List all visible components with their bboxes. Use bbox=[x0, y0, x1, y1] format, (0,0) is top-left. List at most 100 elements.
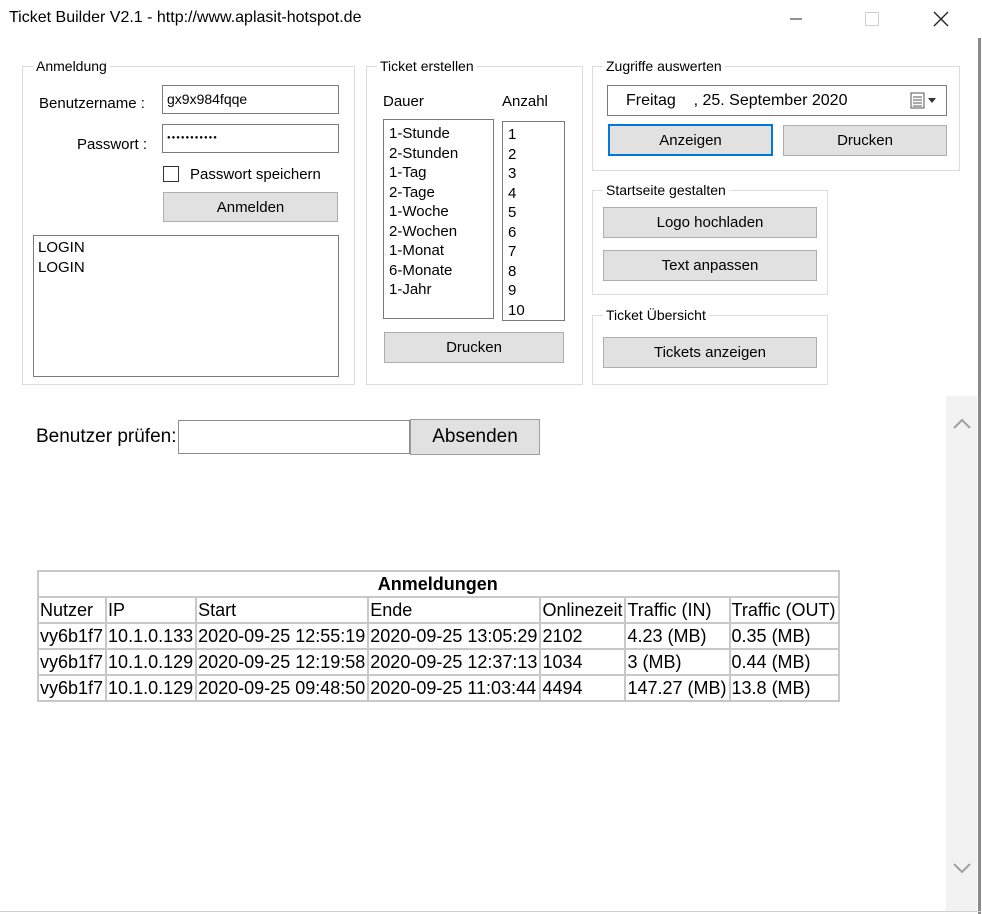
table-cell: 10.1.0.133 bbox=[106, 623, 197, 649]
table-cell: 2020-09-25 13:05:29 bbox=[368, 623, 541, 649]
table-caption: Anmeldungen bbox=[38, 571, 839, 597]
date-picker[interactable]: Freitag , 25. September 2020 bbox=[607, 85, 947, 116]
count-item[interactable]: 4 bbox=[503, 184, 564, 204]
count-label: Anzahl bbox=[502, 93, 548, 110]
count-item[interactable]: 5 bbox=[503, 203, 564, 223]
table-cell: 2020-09-25 12:19:58 bbox=[196, 649, 369, 675]
startpage-legend: Startseite gestalten bbox=[606, 182, 726, 198]
duration-item[interactable]: 1-Jahr bbox=[384, 280, 493, 300]
column-header: Nutzer bbox=[38, 597, 107, 623]
minimize-button[interactable] bbox=[773, 0, 819, 38]
overview-legend: Ticket Übersicht bbox=[606, 307, 706, 323]
table-header-row: Nutzer IP Start Ende Onlinezeit Traffic … bbox=[38, 597, 839, 623]
username-field[interactable]: gx9x984fqqe bbox=[162, 85, 339, 114]
duration-item[interactable]: 1-Woche bbox=[384, 202, 493, 222]
column-header: Onlinezeit bbox=[540, 597, 626, 623]
count-item[interactable]: 9 bbox=[503, 281, 564, 301]
duration-item[interactable]: 1-Monat bbox=[384, 241, 493, 261]
table-cell: 3 (MB) bbox=[625, 649, 730, 675]
table-row: vy6b1f7 10.1.0.133 2020-09-25 12:55:19 2… bbox=[38, 623, 839, 649]
chevron-up-icon bbox=[952, 418, 971, 429]
duration-item[interactable]: 2-Tage bbox=[384, 183, 493, 203]
ticket-legend: Ticket erstellen bbox=[380, 58, 474, 74]
count-item[interactable]: 3 bbox=[503, 164, 564, 184]
count-item[interactable]: 6 bbox=[503, 223, 564, 243]
window-title: Ticket Builder V2.1 - http://www.aplasit… bbox=[9, 9, 362, 26]
column-header: Ende bbox=[368, 597, 541, 623]
count-item[interactable]: 2 bbox=[503, 145, 564, 165]
ticket-print-button[interactable]: Drucken bbox=[384, 332, 564, 363]
logins-table: Anmeldungen Nutzer IP Start Ende Onlinez… bbox=[37, 570, 840, 702]
chevron-down-icon bbox=[952, 863, 971, 874]
show-access-button[interactable]: Anzeigen bbox=[608, 124, 773, 156]
login-log-box: LOGIN LOGIN bbox=[33, 235, 339, 377]
table-cell: 2102 bbox=[540, 623, 626, 649]
duration-item[interactable]: 1-Tag bbox=[384, 163, 493, 183]
upload-logo-button[interactable]: Logo hochladen bbox=[603, 207, 817, 238]
user-check-label: Benutzer prüfen: bbox=[36, 426, 177, 447]
access-print-button[interactable]: Drucken bbox=[783, 125, 947, 156]
password-label: Passwort : bbox=[77, 136, 148, 153]
vertical-scrollbar[interactable] bbox=[946, 396, 977, 911]
count-item[interactable]: 1 bbox=[503, 125, 564, 145]
show-tickets-button[interactable]: Tickets anzeigen bbox=[603, 337, 817, 368]
access-legend: Zugriffe auswerten bbox=[606, 58, 722, 74]
maximize-icon bbox=[865, 12, 879, 26]
title-bar: Ticket Builder V2.1 - http://www.aplasit… bbox=[0, 0, 980, 38]
table-cell: 10.1.0.129 bbox=[106, 649, 197, 675]
table-cell: 2020-09-25 09:48:50 bbox=[196, 675, 369, 701]
count-item[interactable]: 8 bbox=[503, 262, 564, 282]
table-cell: 0.35 (MB) bbox=[729, 623, 839, 649]
maximize-button bbox=[849, 0, 895, 38]
login-button[interactable]: Anmelden bbox=[163, 192, 338, 222]
table-cell: 147.27 (MB) bbox=[625, 675, 730, 701]
table-caption-row: Anmeldungen bbox=[38, 571, 839, 597]
table-cell: 4494 bbox=[540, 675, 626, 701]
column-header: Traffic (OUT) bbox=[729, 597, 839, 623]
column-header: Start bbox=[196, 597, 369, 623]
user-check-input[interactable] bbox=[178, 420, 410, 454]
user-check-submit-button[interactable]: Absenden bbox=[410, 419, 540, 455]
table-cell: 0.44 (MB) bbox=[729, 649, 839, 675]
column-header: IP bbox=[106, 597, 197, 623]
close-icon bbox=[933, 11, 949, 27]
duration-item[interactable]: 6-Monate bbox=[384, 261, 493, 281]
edit-text-button[interactable]: Text anpassen bbox=[603, 250, 817, 281]
table-cell: 2020-09-25 12:55:19 bbox=[196, 623, 369, 649]
table-row: vy6b1f7 10.1.0.129 2020-09-25 09:48:50 2… bbox=[38, 675, 839, 701]
date-value: Freitag , 25. September 2020 bbox=[626, 91, 848, 109]
table-cell: 2020-09-25 11:03:44 bbox=[368, 675, 541, 701]
remember-password-checkbox[interactable] bbox=[163, 166, 179, 182]
duration-item[interactable]: 1-Stunde bbox=[384, 124, 493, 144]
username-label: Benutzername : bbox=[39, 95, 145, 112]
table-cell: 1034 bbox=[540, 649, 626, 675]
duration-list[interactable]: 1-Stunde 2-Stunden 1-Tag 2-Tage 1-Woche … bbox=[383, 119, 494, 319]
count-list[interactable]: 1 2 3 4 5 6 7 8 9 10 bbox=[502, 121, 565, 321]
window-frame-right bbox=[978, 38, 981, 914]
table-cell: 10.1.0.129 bbox=[106, 675, 197, 701]
table-cell: vy6b1f7 bbox=[38, 623, 107, 649]
remember-password-label[interactable]: Passwort speichern bbox=[190, 166, 321, 183]
table-row: vy6b1f7 10.1.0.129 2020-09-25 12:19:58 2… bbox=[38, 649, 839, 675]
count-item[interactable]: 7 bbox=[503, 242, 564, 262]
count-item[interactable]: 10 bbox=[503, 301, 564, 321]
log-line: LOGIN bbox=[38, 239, 85, 256]
table-cell: vy6b1f7 bbox=[38, 649, 107, 675]
column-header: Traffic (IN) bbox=[625, 597, 730, 623]
table-cell: vy6b1f7 bbox=[38, 675, 107, 701]
minimize-icon bbox=[790, 18, 802, 20]
duration-label: Dauer bbox=[383, 93, 424, 110]
duration-item[interactable]: 2-Stunden bbox=[384, 144, 493, 164]
login-legend: Anmeldung bbox=[36, 58, 107, 74]
window-frame-bottom bbox=[0, 911, 981, 912]
table-cell: 13.8 (MB) bbox=[729, 675, 839, 701]
log-line: LOGIN bbox=[38, 259, 85, 276]
scroll-up-button[interactable] bbox=[946, 418, 977, 438]
calendar-dropdown-icon[interactable] bbox=[910, 92, 940, 114]
table-cell: 4.23 (MB) bbox=[625, 623, 730, 649]
close-button[interactable] bbox=[918, 0, 964, 38]
duration-item[interactable]: 2-Wochen bbox=[384, 222, 493, 242]
password-field[interactable]: ●●●●●●●●●●● bbox=[162, 124, 339, 153]
scroll-down-button[interactable] bbox=[946, 862, 977, 882]
table-cell: 2020-09-25 12:37:13 bbox=[368, 649, 541, 675]
